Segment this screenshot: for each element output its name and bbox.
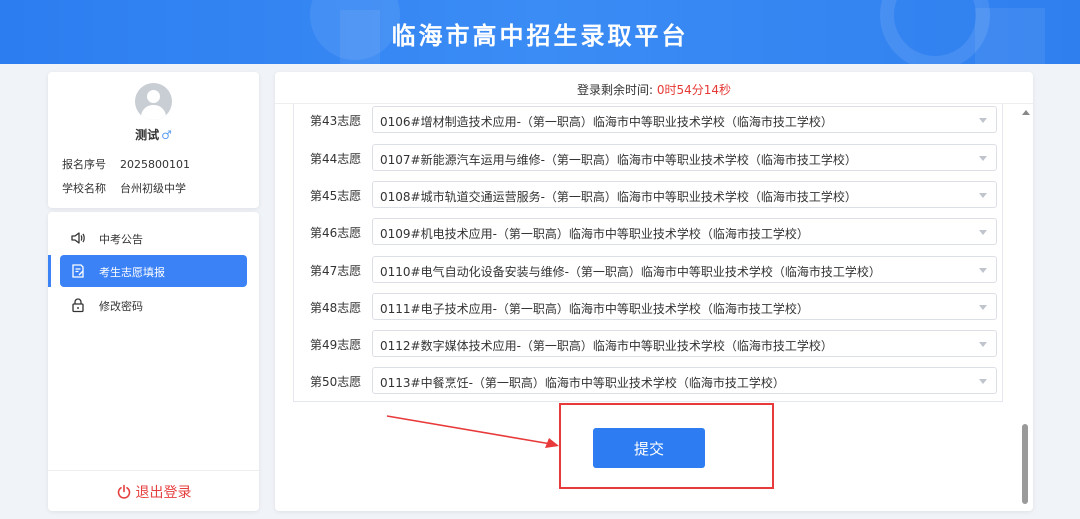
choice-select-value: 0113#中餐烹饪-（第一职高）临海市中等职业技术学校（临海市技工学校） xyxy=(380,376,785,390)
page-title: 临海市高中招生录取平台 xyxy=(391,22,689,50)
sidebar-item-label: 修改密码 xyxy=(99,300,143,313)
choice-label: 第49志愿 xyxy=(310,338,362,352)
info-key: 报名序号 xyxy=(62,158,106,171)
choice-select-value: 0110#电气自动化设备安装与维修-（第一职高）临海市中等职业技术学校（临海市技… xyxy=(380,265,881,279)
logout-button[interactable]: 退出登录 xyxy=(48,482,259,502)
choice-select[interactable]: 0110#电气自动化设备安装与维修-（第一职高）临海市中等职业技术学校（临海市技… xyxy=(372,256,997,283)
choice-label: 第45志愿 xyxy=(310,189,362,203)
scroll-up-arrow-icon[interactable] xyxy=(1022,110,1030,115)
male-gender-icon: ♂ xyxy=(161,128,172,142)
choice-select[interactable]: 0106#增材制造技术应用-（第一职高）临海市中等职业技术学校（临海市技工学校） xyxy=(372,106,997,133)
avatar xyxy=(135,83,172,120)
choice-select-value: 0106#增材制造技术应用-（第一职高）临海市中等职业技术学校（临海市技工学校） xyxy=(380,115,833,129)
chevron-down-icon xyxy=(979,193,987,198)
choice-row: 第48志愿 0111#电子技术应用-（第一职高）临海市中等职业技术学校（临海市技… xyxy=(294,293,1004,321)
speaker-icon xyxy=(71,232,85,244)
profile-card: 测试 ♂ 报名序号 2025800101 学校名称 台州初级中学 xyxy=(48,72,259,208)
timer-label: 登录剩余时间: xyxy=(576,83,654,97)
choice-select-value: 0108#城市轨道交通运营服务-（第一职高）临海市中等职业技术学校（临海市技工学… xyxy=(380,190,857,204)
scrollbar[interactable] xyxy=(1021,106,1030,506)
choice-select-value: 0109#机电技术应用-（第一职高）临海市中等职业技术学校（临海市技工学校） xyxy=(380,227,809,241)
choice-select[interactable]: 0113#中餐烹饪-（第一职高）临海市中等职业技术学校（临海市技工学校） xyxy=(372,367,997,394)
app-header: 临海市高中招生录取平台 xyxy=(0,0,1080,64)
choice-row: 第50志愿 0113#中餐烹饪-（第一职高）临海市中等职业技术学校（临海市技工学… xyxy=(294,367,1004,395)
info-row-school-name: 学校名称 台州初级中学 xyxy=(62,180,186,196)
choice-select-value: 0112#数字媒体技术应用-（第一职高）临海市中等职业技术学校（临海市技工学校） xyxy=(380,339,833,353)
choice-label: 第43志愿 xyxy=(310,114,362,128)
chevron-down-icon xyxy=(979,156,987,161)
choice-row: 第45志愿 0108#城市轨道交通运营服务-（第一职高）临海市中等职业技术学校（… xyxy=(294,181,1004,209)
form-edit-icon xyxy=(72,264,84,278)
logout-label: 退出登录 xyxy=(135,485,192,501)
info-value: 台州初级中学 xyxy=(120,182,186,195)
choice-row: 第46志愿 0109#机电技术应用-（第一职高）临海市中等职业技术学校（临海市技… xyxy=(294,218,1004,246)
timer-value: 0时54分14秒 xyxy=(656,83,732,97)
choice-label: 第44志愿 xyxy=(310,152,362,166)
sidebar-item-volunteer-form[interactable]: 考生志愿填报 xyxy=(60,255,247,287)
choice-select[interactable]: 0109#机电技术应用-（第一职高）临海市中等职业技术学校（临海市技工学校） xyxy=(372,218,997,245)
main-panel: 登录剩余时间: 0时54分14秒 第43志愿 0106#增材制造技术应用-（第一… xyxy=(275,72,1033,511)
chevron-down-icon xyxy=(979,342,987,347)
info-value: 2025800101 xyxy=(120,158,190,171)
chevron-down-icon xyxy=(979,379,987,384)
chevron-down-icon xyxy=(979,268,987,273)
info-row-registration-number: 报名序号 2025800101 xyxy=(62,156,190,172)
user-name-text: 测试 xyxy=(135,128,160,142)
choice-row: 第43志愿 0106#增材制造技术应用-（第一职高）临海市中等职业技术学校（临海… xyxy=(294,106,1004,134)
choice-row: 第47志愿 0110#电气自动化设备安装与维修-（第一职高）临海市中等职业技术学… xyxy=(294,256,1004,284)
info-key: 学校名称 xyxy=(62,182,106,195)
sidebar-menu: 中考公告 考生志愿填报 修改密码 退出登录 xyxy=(48,212,259,511)
session-timer: 登录剩余时间: 0时54分14秒 xyxy=(275,72,1033,104)
choice-label: 第46志愿 xyxy=(310,226,362,240)
annotation-arrow xyxy=(386,415,559,448)
choice-select[interactable]: 0107#新能源汽车运用与维修-（第一职高）临海市中等职业技术学校（临海市技工学… xyxy=(372,144,997,171)
power-icon xyxy=(117,484,130,499)
sidebar-item-announcement[interactable]: 中考公告 xyxy=(60,222,247,254)
submit-button[interactable]: 提交 xyxy=(593,428,705,468)
choice-select-value: 0107#新能源汽车运用与维修-（第一职高）临海市中等职业技术学校（临海市技工学… xyxy=(380,153,857,167)
sidebar-item-change-password[interactable]: 修改密码 xyxy=(60,289,247,321)
scrollbar-thumb[interactable] xyxy=(1022,424,1028,504)
choice-row: 第49志愿 0112#数字媒体技术应用-（第一职高）临海市中等职业技术学校（临海… xyxy=(294,330,1004,358)
chevron-down-icon xyxy=(979,118,987,123)
sidebar-item-label: 考生志愿填报 xyxy=(99,266,165,279)
user-name: 测试 ♂ xyxy=(48,126,259,143)
divider xyxy=(48,470,259,471)
choice-select[interactable]: 0112#数字媒体技术应用-（第一职高）临海市中等职业技术学校（临海市技工学校） xyxy=(372,330,997,357)
choice-select-value: 0111#电子技术应用-（第一职高）临海市中等职业技术学校（临海市技工学校） xyxy=(380,302,809,316)
choice-list: 第43志愿 0106#增材制造技术应用-（第一职高）临海市中等职业技术学校（临海… xyxy=(293,104,1003,402)
choice-label: 第47志愿 xyxy=(310,264,362,278)
choice-label: 第50志愿 xyxy=(310,375,362,389)
chevron-down-icon xyxy=(979,305,987,310)
sidebar-item-label: 中考公告 xyxy=(99,233,143,246)
choice-select[interactable]: 0108#城市轨道交通运营服务-（第一职高）临海市中等职业技术学校（临海市技工学… xyxy=(372,181,997,208)
chevron-down-icon xyxy=(979,230,987,235)
choice-row: 第44志愿 0107#新能源汽车运用与维修-（第一职高）临海市中等职业技术学校（… xyxy=(294,144,1004,172)
active-indicator xyxy=(48,255,51,287)
choice-select[interactable]: 0111#电子技术应用-（第一职高）临海市中等职业技术学校（临海市技工学校） xyxy=(372,293,997,320)
lock-icon xyxy=(72,298,84,313)
choice-label: 第48志愿 xyxy=(310,301,362,315)
